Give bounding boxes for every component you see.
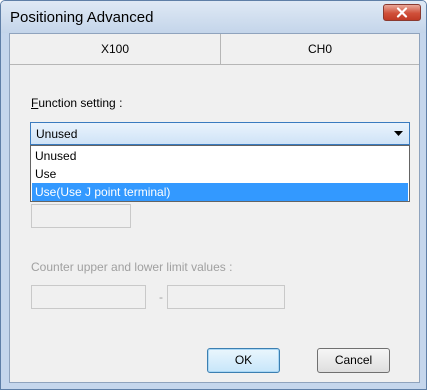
dropdown-option-use[interactable]: Use bbox=[32, 165, 408, 183]
header-row: X100 CH0 bbox=[10, 34, 419, 65]
counter-lower-limit-input bbox=[167, 285, 285, 309]
function-setting-select[interactable]: Unused bbox=[30, 122, 410, 145]
function-setting-label-rest: unction setting : bbox=[38, 96, 123, 110]
dropdown-option-use-j-point[interactable]: Use(Use J point terminal) bbox=[32, 183, 408, 201]
header-cell-ch0: CH0 bbox=[307, 42, 332, 56]
limit-separator: - bbox=[159, 290, 163, 304]
chevron-down-icon[interactable] bbox=[394, 131, 403, 136]
close-icon bbox=[396, 7, 408, 18]
function-setting-value: Unused bbox=[36, 127, 78, 141]
ok-button[interactable]: OK bbox=[207, 348, 280, 373]
function-setting-dropdown-list: Unused Use Use(Use J point terminal) bbox=[30, 145, 410, 202]
hidden-setting-field bbox=[31, 204, 131, 228]
cancel-button[interactable]: Cancel bbox=[317, 348, 390, 373]
window-title: Positioning Advanced bbox=[10, 9, 154, 26]
dropdown-option-unused[interactable]: Unused bbox=[32, 147, 408, 165]
close-button[interactable] bbox=[383, 4, 421, 21]
title-bar[interactable]: Positioning Advanced bbox=[1, 1, 426, 33]
counter-upper-limit-input bbox=[31, 285, 146, 309]
counter-limits-label: Counter upper and lower limit values : bbox=[31, 260, 233, 274]
function-setting-label: Function setting : bbox=[31, 96, 122, 110]
dialog-content: X100 CH0 Function setting : Unused Unuse… bbox=[9, 33, 420, 383]
dialog-window: Positioning Advanced X100 CH0 Function s… bbox=[0, 0, 427, 390]
header-cell-x100: X100 bbox=[100, 42, 130, 56]
